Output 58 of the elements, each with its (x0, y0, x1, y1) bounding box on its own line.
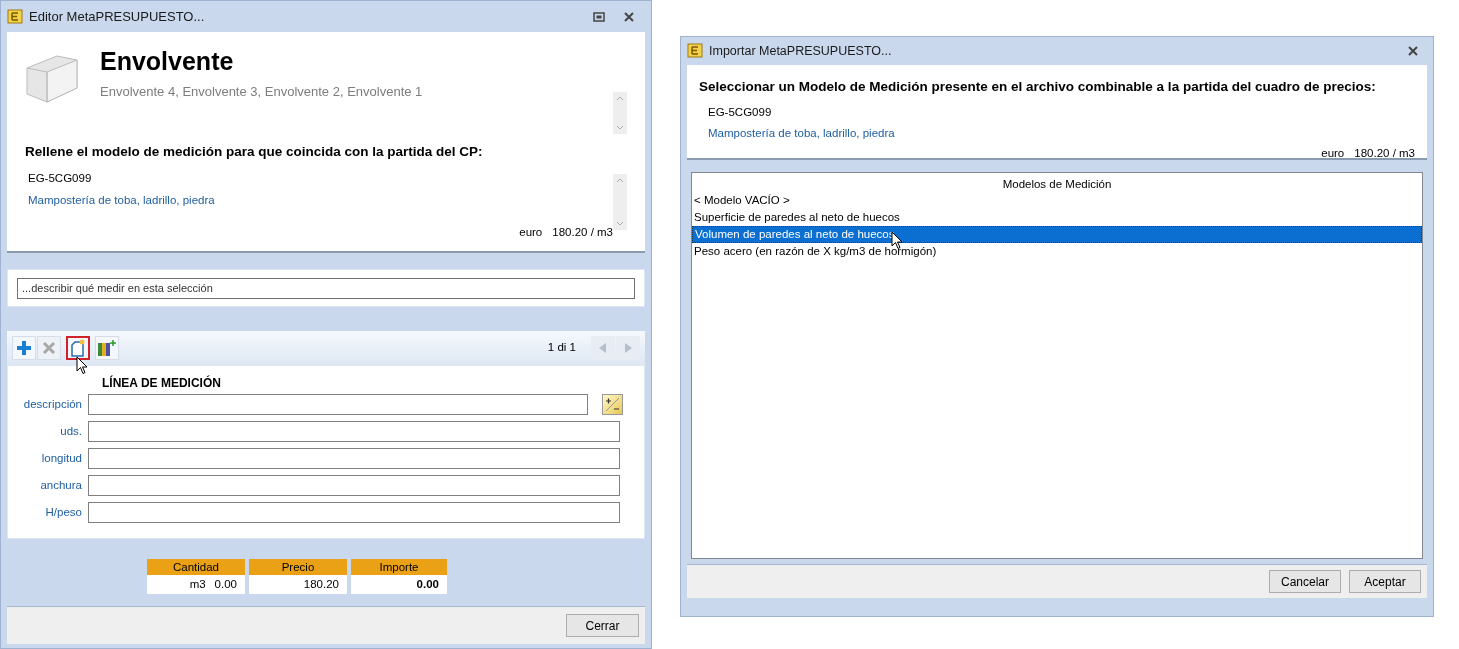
dialog-button[interactable]: Cancelar (1269, 570, 1341, 593)
column-header: Importe (351, 559, 447, 575)
window-title: Editor MetaPRESUPUESTO... (29, 7, 205, 26)
field-label: H/peso (44, 504, 82, 520)
input-field[interactable] (88, 421, 620, 442)
page-counter: 1 di 1 (547, 340, 576, 356)
unit-price: 180.20 / m3 (1354, 145, 1415, 161)
chevron-down-icon[interactable] (616, 125, 624, 130)
chevron-down-icon[interactable] (616, 221, 624, 227)
item-code: EG-5CG099 (28, 171, 93, 187)
list-item[interactable]: Superficie de paredes al neto de huecos (692, 209, 1422, 226)
item-description: Mampostería de toba, ladrillo, piedra (708, 125, 896, 141)
close-icon[interactable] (623, 10, 635, 23)
field-label: uds. (59, 423, 82, 439)
currency: euro (519, 224, 543, 240)
triangle-left-icon (599, 343, 607, 353)
triangle-right-icon (624, 343, 632, 353)
selection-field[interactable]: ...describir qué medir en esta selección (17, 277, 635, 299)
list-header: Modelos de Medición (1001, 177, 1113, 192)
plus-minus-icon (605, 397, 620, 412)
input-field[interactable] (88, 502, 620, 523)
unit-label: m3 (189, 576, 206, 592)
instruction-text: Seleccionar un Modelo de Medición presente en el archivo combinable a la partida del cuadro de precios: (699, 78, 1377, 96)
list-item[interactable]: < Modelo VACÍO > (692, 192, 1422, 209)
close-icon[interactable] (1407, 45, 1419, 57)
column-header: Cantidad (147, 559, 245, 575)
dialog-button[interactable]: Cerrar (566, 614, 639, 637)
section-title: LÍNEA DE MEDICIÓN (102, 374, 222, 392)
unit-price: 180.20 / m3 (552, 224, 613, 240)
heading: Envolvente (100, 46, 235, 77)
dialog-button[interactable]: Aceptar (1349, 570, 1421, 593)
restore-icon[interactable] (593, 11, 605, 22)
field-label: anchura (39, 477, 82, 493)
chevron-up-icon[interactable] (616, 178, 624, 184)
currency: euro (1321, 145, 1345, 161)
total-value: 180.20 (303, 576, 339, 592)
total-value: 0.00 (214, 576, 237, 592)
list-item[interactable]: Peso acero (en razón de X kg/m3 de hormigón) (692, 243, 1422, 260)
field-label: descripción (22, 396, 82, 412)
plus-icon (16, 340, 32, 356)
item-description: Mampostería de toba, ladrillo, piedra (28, 192, 216, 208)
formula-button[interactable] (602, 394, 623, 415)
x-icon (42, 341, 56, 355)
window-title: Importar MetaPRESUPUESTO... (709, 42, 892, 60)
document-icon (70, 339, 86, 357)
books-icon (97, 339, 117, 357)
input-field[interactable] (88, 394, 588, 415)
app-icon (687, 43, 703, 59)
input-field[interactable] (88, 475, 620, 496)
total-value: 0.00 (416, 576, 439, 592)
column-header: Precio (249, 559, 347, 575)
instruction-text: Rellene el modelo de medición para que coincida con la partida del CP: (25, 143, 484, 161)
subheading: Envolvente 4, Envolvente 3, Envolvente 2, Envolvente 1 (100, 83, 424, 101)
app-icon (7, 8, 23, 25)
field-label: longitud (40, 450, 82, 466)
input-field[interactable] (88, 448, 620, 469)
item-code: EG-5CG099 (708, 105, 773, 121)
chevron-up-icon[interactable] (616, 96, 624, 101)
